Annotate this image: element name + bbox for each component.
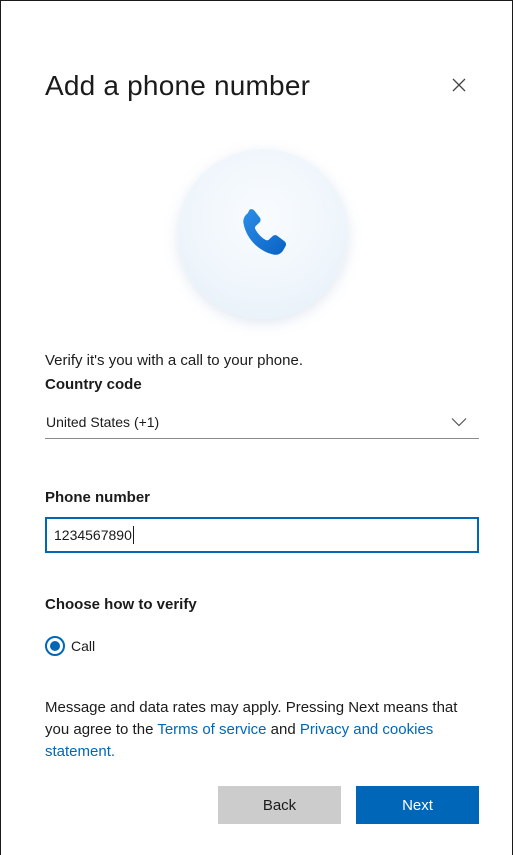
radio-selected-dot — [50, 641, 60, 651]
call-option-label: Call — [71, 638, 96, 654]
phone-illustration — [178, 149, 348, 319]
close-button[interactable] — [445, 71, 473, 99]
country-code-value: United States (+1) — [46, 413, 160, 430]
dialog-title: Add a phone number — [45, 70, 311, 101]
call-radio[interactable] — [45, 636, 65, 656]
country-code-label: Country code — [45, 376, 142, 393]
phone-number-input[interactable]: 1234567890 — [45, 517, 479, 553]
country-code-select[interactable]: United States (+1) — [45, 405, 479, 439]
disclaimer-text: Message and data rates may apply. Pressi… — [45, 697, 485, 763]
verify-method-label: Choose how to verify — [45, 596, 197, 613]
phone-number-value: 1234567890 — [54, 527, 132, 543]
next-button[interactable]: Next — [356, 786, 479, 824]
phone-icon — [243, 209, 287, 255]
lead-text: Verify it's you with a call to your phon… — [45, 352, 303, 369]
add-phone-dialog: Add a phone number Verify it's you with … — [0, 0, 513, 855]
verify-option-call[interactable]: Call — [45, 636, 95, 656]
terms-of-service-link[interactable]: Terms of service — [157, 721, 266, 738]
back-button[interactable]: Back — [218, 786, 341, 824]
text-caret — [132, 526, 134, 544]
close-icon — [452, 78, 466, 92]
chevron-down-icon — [451, 417, 467, 427]
disclaimer-text-middle: and — [266, 721, 300, 738]
phone-number-label: Phone number — [45, 489, 151, 506]
